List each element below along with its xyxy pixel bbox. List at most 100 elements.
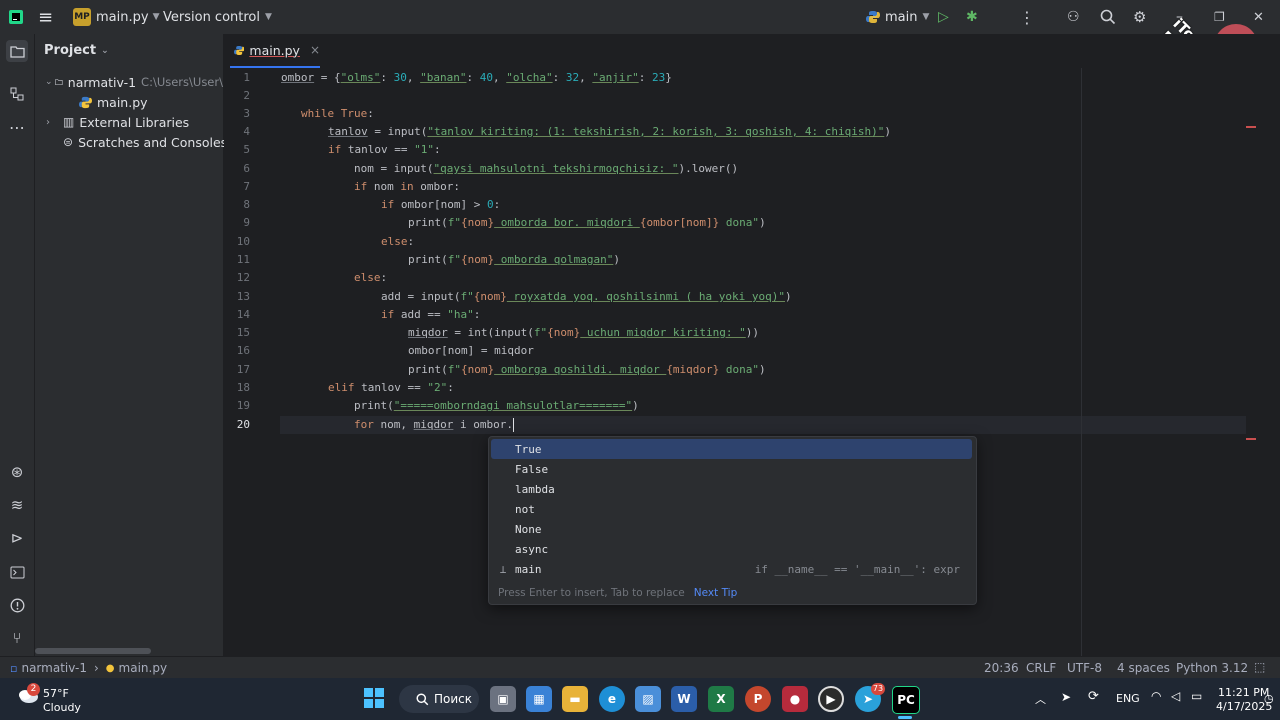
sync-tray-icon[interactable]: ⟳ [1088,689,1099,704]
services-icon[interactable]: ⊳ [6,527,28,549]
tab-main-py[interactable]: main.py × [230,34,320,68]
run-icon[interactable]: ▷ [938,0,949,34]
more-actions-icon[interactable]: ⋮ [1019,0,1035,34]
line-number: 11 [236,253,250,266]
caret-position[interactable]: 20:36 [984,661,1019,675]
structure-tool-icon[interactable] [6,83,28,105]
left-tool-strip: ⋯ ⊛ ≋ ⊳ ⑂ [0,34,35,656]
line-number: 7 [243,180,250,193]
code-token: dona" [719,216,760,229]
search-icon[interactable] [1100,0,1116,34]
input-language[interactable]: ENG [1116,692,1140,705]
next-tip-link[interactable]: Next Tip [694,587,737,599]
terminal-icon[interactable] [6,561,28,583]
telegram-tray-icon[interactable]: ➤ [1061,690,1071,704]
word-icon[interactable]: W [671,686,697,712]
breadcrumb-project[interactable]: narmativ-1 [21,661,87,675]
scratches-label: Scratches and Consoles [78,134,228,150]
windows-start-icon[interactable] [363,687,385,713]
chevron-down-icon: ▼ [922,12,930,22]
completion-item[interactable]: None [491,519,972,539]
project-tool-icon[interactable] [6,40,28,62]
tree-item-root[interactable]: ⌄ narmativ-1 C:\Users\User\ [35,72,223,92]
problems-icon[interactable] [6,594,28,616]
edge-icon[interactable]: e [599,686,625,712]
media-player-icon[interactable]: ▶ [818,686,844,712]
right-margin-guide [1081,68,1082,656]
search-label: Поиск [434,692,473,706]
file-encoding[interactable]: UTF-8 [1067,661,1102,675]
chevron-down-icon: ⌄ [101,45,109,56]
code-token: "olms" [340,71,381,84]
notifications-icon[interactable]: ◷ [1264,692,1274,705]
run-config-selector[interactable]: main ▼ [866,0,929,34]
code-token: : [447,381,454,394]
debug-icon[interactable]: ✱ [966,0,978,34]
indent-setting[interactable]: 4 spaces [1117,661,1170,675]
tree-item-main-py[interactable]: main.py [79,92,148,112]
line-number-current: 20 [236,418,250,431]
completion-footer: Press Enter to insert, Tab to replace Ne… [489,582,976,604]
line-number: 6 [243,162,250,175]
code-token: f" [460,290,474,303]
breadcrumb-file[interactable]: main.py [119,661,168,675]
main-menu-icon[interactable]: ≡ [38,0,53,34]
completion-label: False [515,462,549,476]
library-icon: ▥ [63,115,75,129]
close-icon[interactable]: ✕ [1253,0,1264,34]
horizontal-scrollbar[interactable] [35,648,151,654]
code-token: ).lower() [678,162,739,175]
project-selector[interactable]: MP main.py ▼ [73,0,159,34]
python-packages-icon[interactable]: ⊛ [6,461,28,483]
code-token: : [367,107,374,120]
pycharm-taskbar-icon[interactable]: PC [892,686,920,714]
completion-item[interactable]: async [491,539,972,559]
screen-recorder-icon[interactable]: ● [782,686,808,712]
chevron-up-icon[interactable]: ︿ [1035,691,1046,707]
completion-item[interactable]: True [491,439,972,459]
completion-item[interactable]: False [491,459,972,479]
code-line: if add == "ha": [381,306,480,324]
wifi-icon[interactable]: ◠ [1151,689,1161,703]
status-bar: ▫ narmativ-1 › ● main.py 20:36 CRLF UTF-… [0,656,1280,679]
project-panel-header[interactable]: Project ⌄ [44,43,109,58]
photos-icon[interactable]: ▨ [635,686,661,712]
battery-icon[interactable]: ▭ [1191,689,1202,703]
completion-item[interactable]: not [491,499,972,519]
text-caret [512,418,514,432]
layers-icon[interactable]: ≋ [6,494,28,516]
taskbar-search[interactable]: Поиск [399,685,479,713]
tab-close-icon[interactable]: × [310,43,320,57]
version-control-menu[interactable]: Version control ▼ [163,0,272,34]
code-with-me-icon[interactable]: ⚇ [1067,0,1080,34]
python-interpreter[interactable]: Python 3.12 [1176,661,1248,675]
git-icon[interactable]: ⑂ [6,627,28,649]
lock-icon[interactable]: ⬚ [1254,660,1265,674]
completion-item[interactable]: ⊥ main if __name__ == '__main__': expr [491,559,972,579]
tree-item-external-libraries[interactable]: › ▥ External Libraries [35,112,189,132]
settings-gear-icon[interactable]: ⚙ [1133,0,1146,34]
windows-taskbar: 2 57°F Cloudy Поиск ▣ ▦ ▬ e ▨ W X P ● ▶ … [0,678,1280,720]
code-token: omborda bor. miqdori [494,216,640,229]
code-token: while [301,107,341,120]
tree-item-scratches[interactable]: ⊜ Scratches and Consoles [35,132,227,152]
volume-icon[interactable]: ◁ [1171,689,1180,703]
file-explorer-icon[interactable]: ▬ [562,686,588,712]
task-view-icon[interactable]: ▣ [490,686,516,712]
line-separator[interactable]: CRLF [1026,661,1056,675]
code-token: , [492,71,507,84]
code-token: omborda qolmagan" [494,253,614,266]
completion-item[interactable]: lambda [491,479,972,499]
powerpoint-icon[interactable]: P [745,686,771,712]
clock-time[interactable]: 11:21 PM [1218,686,1269,699]
project-panel-title: Project [44,43,97,58]
code-token: = int(input( [447,326,534,339]
more-tools-icon[interactable]: ⋯ [6,116,28,138]
pycharm-logo-icon[interactable] [8,0,24,34]
code-token: elif [328,381,362,394]
store-icon[interactable]: ▦ [526,686,552,712]
code-line: ombor[nom] = miqdor [408,342,534,360]
excel-icon[interactable]: X [708,686,734,712]
line-number: 13 [236,290,250,303]
minimize-icon[interactable]: – [1176,0,1183,34]
